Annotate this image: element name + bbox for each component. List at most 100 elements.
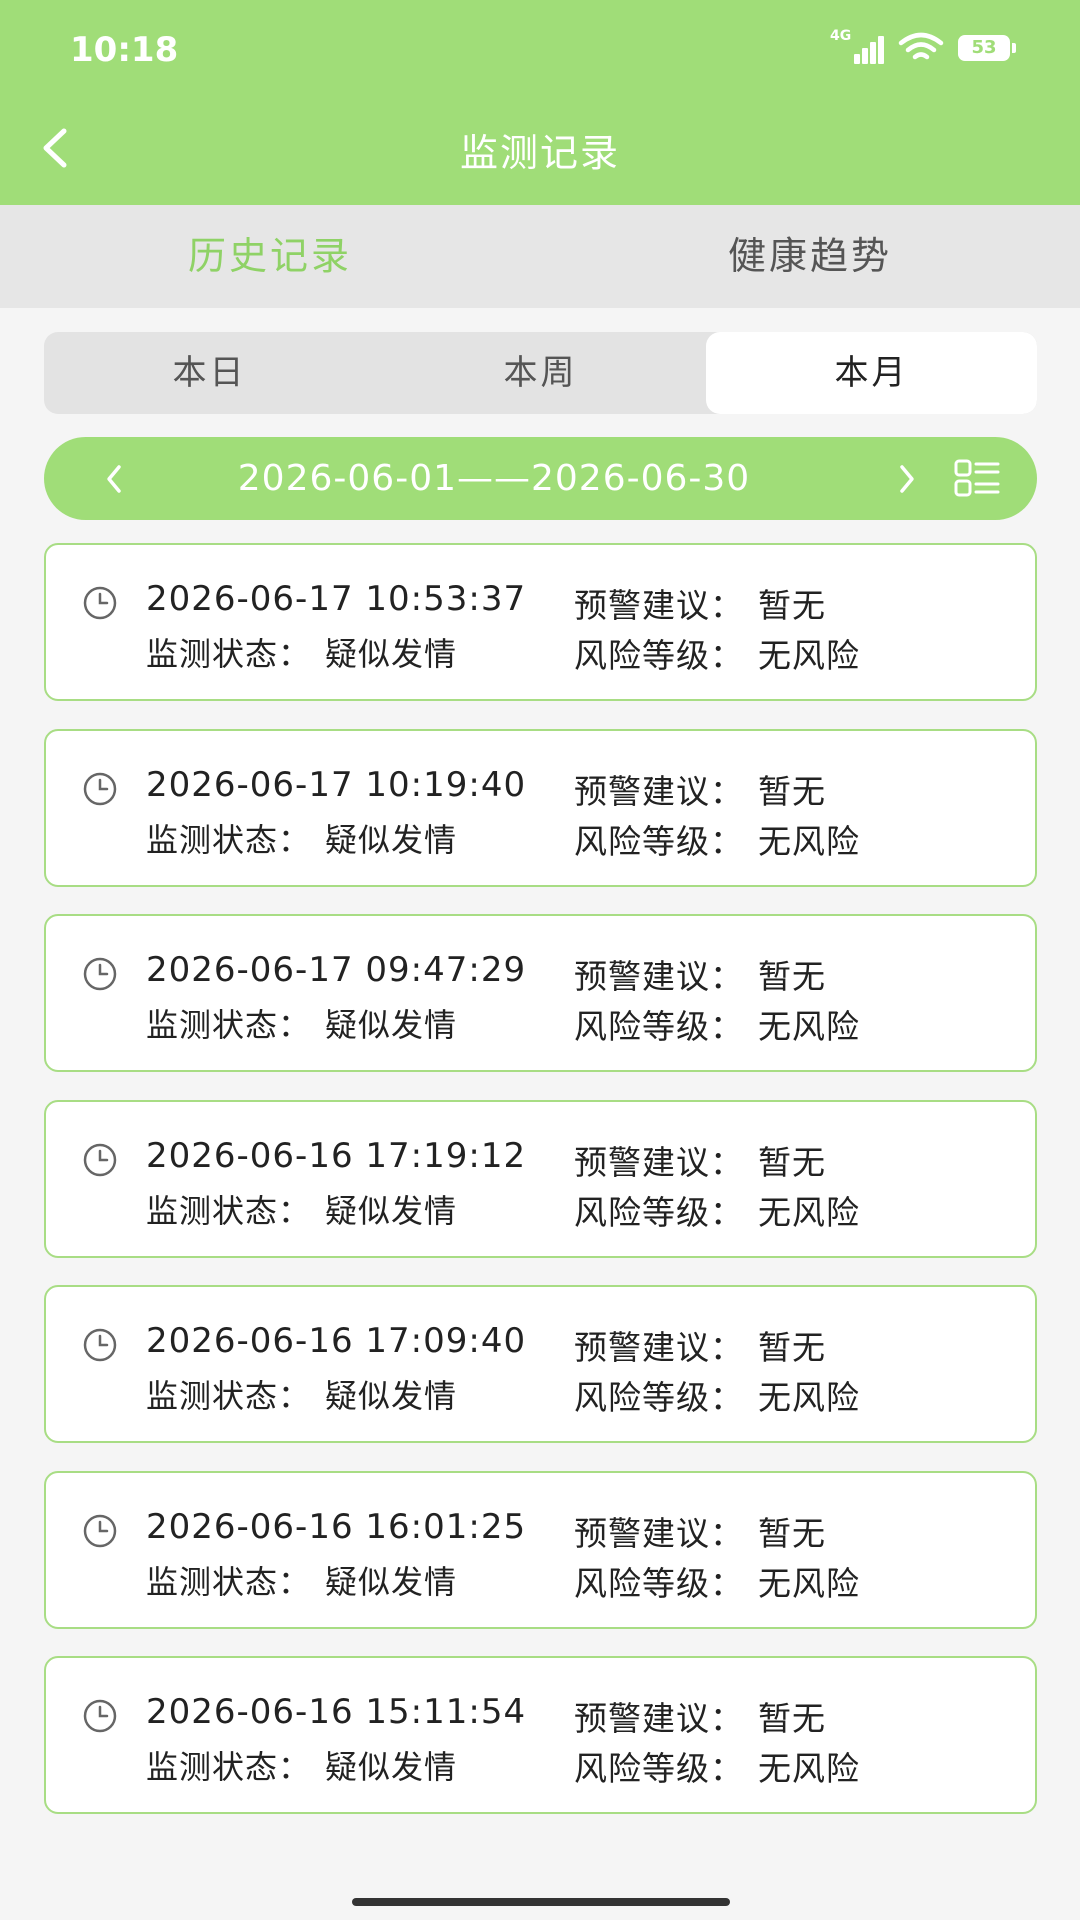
- record-status: 监测状态： 疑似发情: [146, 1742, 457, 1788]
- status-label: 监测状态：: [146, 1562, 312, 1601]
- signal-icon: 4G: [830, 28, 884, 64]
- list-view-icon[interactable]: [954, 459, 1000, 499]
- warning-value: 暂无: [758, 1699, 826, 1738]
- battery-icon: 53: [958, 35, 1016, 61]
- risk-value: 无风险: [758, 1192, 860, 1232]
- clock-icon: [83, 1328, 117, 1362]
- period-selector: 本日 本周 本月: [44, 332, 1037, 414]
- clock-icon: [83, 1143, 117, 1176]
- record-status: 监测状态： 疑似发情: [146, 629, 457, 675]
- risk-value: 无风险: [758, 821, 860, 861]
- previous-period-button[interactable]: [84, 437, 144, 520]
- warning-label: 预警建议：: [574, 586, 744, 625]
- network-type: 4G: [830, 28, 852, 44]
- record-time: 2026-06-17 10:19:40: [146, 764, 527, 805]
- warning-label: 预警建议：: [574, 1142, 744, 1182]
- record-card[interactable]: 2026-06-16 17:09:40 预警建议： 暂无 监测状态： 疑似发情 风险…: [44, 1285, 1037, 1443]
- clock-icon: [83, 1514, 117, 1547]
- status-value: 疑似发情: [325, 1006, 458, 1044]
- date-range-text: 2026-06-01——2026-06-30: [237, 458, 751, 499]
- risk-value: 无风险: [758, 1563, 860, 1603]
- record-card[interactable]: 2026-06-17 09:47:29 预警建议： 暂无 监测状态： 疑似发情 风险…: [44, 914, 1037, 1072]
- status-label: 监测状态：: [146, 1006, 312, 1044]
- status-value: 疑似发情: [325, 1562, 458, 1601]
- record-card[interactable]: 2026-06-17 10:53:37 预警建议： 暂无 监测状态： 疑似发情 风险…: [44, 543, 1037, 701]
- record-status: 监测状态： 疑似发情: [146, 1186, 457, 1232]
- record-warning: 预警建议： 暂无: [574, 1321, 826, 1369]
- risk-label: 风险等级：: [574, 1378, 744, 1417]
- risk-value: 无风险: [758, 1007, 860, 1046]
- date-range-bar: 2026-06-01——2026-06-30: [44, 437, 1037, 520]
- record-card[interactable]: 2026-06-17 10:19:40 预警建议： 暂无 监测状态： 疑似发情 风险…: [44, 728, 1037, 887]
- tab-health-trend[interactable]: 健康趋势: [540, 205, 1080, 308]
- status-label: 监测状态：: [146, 1377, 312, 1415]
- clock-icon: [83, 586, 117, 620]
- record-risk: 风险等级： 无风险: [574, 1186, 860, 1234]
- clock-icon: [83, 1699, 117, 1733]
- clock-icon: [83, 772, 117, 805]
- warning-value: 暂无: [758, 957, 826, 996]
- status-icons: 4G 53: [830, 28, 1016, 64]
- page-title: 监测记录: [459, 131, 620, 175]
- chevron-left-icon: [107, 464, 121, 493]
- risk-value: 无风险: [758, 636, 860, 675]
- status-value: 疑似发情: [325, 635, 458, 673]
- risk-label: 风险等级：: [574, 821, 744, 861]
- risk-label: 风险等级：: [574, 1749, 744, 1788]
- record-time: 2026-06-17 09:47:29: [146, 950, 527, 990]
- period-tab-month[interactable]: 本月: [706, 332, 1037, 414]
- warning-value: 暂无: [758, 1142, 826, 1182]
- record-warning: 预警建议： 暂无: [574, 950, 826, 998]
- record-card[interactable]: 2026-06-16 15:11:54 预警建议： 暂无 监测状态： 疑似发情 风险…: [44, 1656, 1037, 1814]
- warning-label: 预警建议：: [574, 1513, 744, 1553]
- record-status: 监测状态： 疑似发情: [146, 1000, 457, 1046]
- header-bar: 10:18 4G 53 监测记录: [0, 0, 1080, 205]
- status-time: 10:18: [70, 30, 179, 70]
- record-warning: 预警建议： 暂无: [574, 1507, 826, 1555]
- record-card[interactable]: 2026-06-16 17:19:12 预警建议： 暂无 监测状态： 疑似发情 风险…: [44, 1099, 1037, 1258]
- status-value: 疑似发情: [325, 1377, 458, 1415]
- status-label: 监测状态：: [146, 635, 312, 673]
- record-risk: 风险等级： 无风险: [574, 1742, 860, 1790]
- warning-label: 预警建议：: [574, 771, 744, 811]
- record-risk: 风险等级： 无风险: [574, 629, 860, 677]
- record-warning: 预警建议： 暂无: [574, 765, 826, 813]
- warning-value: 暂无: [758, 771, 826, 811]
- warning-label: 预警建议：: [574, 1699, 744, 1738]
- status-value: 疑似发情: [325, 1748, 458, 1786]
- risk-value: 无风险: [758, 1378, 860, 1417]
- record-status: 监测状态： 疑似发情: [146, 1371, 457, 1417]
- chevron-right-icon: [900, 464, 914, 493]
- record-card[interactable]: 2026-06-16 16:01:25 预警建议： 暂无 监测状态： 疑似发情 风险…: [44, 1470, 1037, 1629]
- record-warning: 预警建议： 暂无: [574, 1692, 826, 1740]
- risk-label: 风险等级：: [574, 1007, 744, 1046]
- status-value: 疑似发情: [325, 1191, 458, 1230]
- wifi-icon: [898, 32, 944, 60]
- record-risk: 风险等级： 无风险: [574, 815, 860, 863]
- status-value: 疑似发情: [325, 820, 458, 859]
- warning-value: 暂无: [758, 1328, 826, 1367]
- clock-icon: [83, 957, 117, 991]
- record-warning: 预警建议： 暂无: [574, 579, 826, 627]
- warning-value: 暂无: [758, 1513, 826, 1553]
- record-time: 2026-06-16 16:01:25: [146, 1506, 527, 1547]
- warning-value: 暂无: [758, 586, 826, 625]
- period-tab-day[interactable]: 本日: [44, 332, 375, 414]
- home-indicator[interactable]: [352, 1898, 730, 1906]
- warning-label: 预警建议：: [574, 1328, 744, 1367]
- period-tab-week[interactable]: 本周: [375, 332, 706, 414]
- tab-history[interactable]: 历史记录: [0, 205, 540, 308]
- record-status: 监测状态： 疑似发情: [146, 815, 457, 861]
- status-label: 监测状态：: [146, 1748, 312, 1786]
- record-time: 2026-06-17 10:53:37: [146, 579, 527, 619]
- warning-label: 预警建议：: [574, 957, 744, 996]
- next-period-button[interactable]: [877, 437, 937, 520]
- risk-label: 风险等级：: [574, 636, 744, 675]
- top-tabs: 历史记录 健康趋势: [0, 205, 1080, 308]
- record-list: 2026-06-17 10:53:37 预警建议： 暂无 监测状态： 疑似发情 风险…: [44, 543, 1037, 1842]
- record-risk: 风险等级： 无风险: [574, 1557, 860, 1605]
- record-risk: 风险等级： 无风险: [574, 1000, 860, 1048]
- status-label: 监测状态：: [146, 1191, 312, 1230]
- record-time: 2026-06-16 15:11:54: [146, 1692, 527, 1732]
- risk-value: 无风险: [758, 1749, 860, 1788]
